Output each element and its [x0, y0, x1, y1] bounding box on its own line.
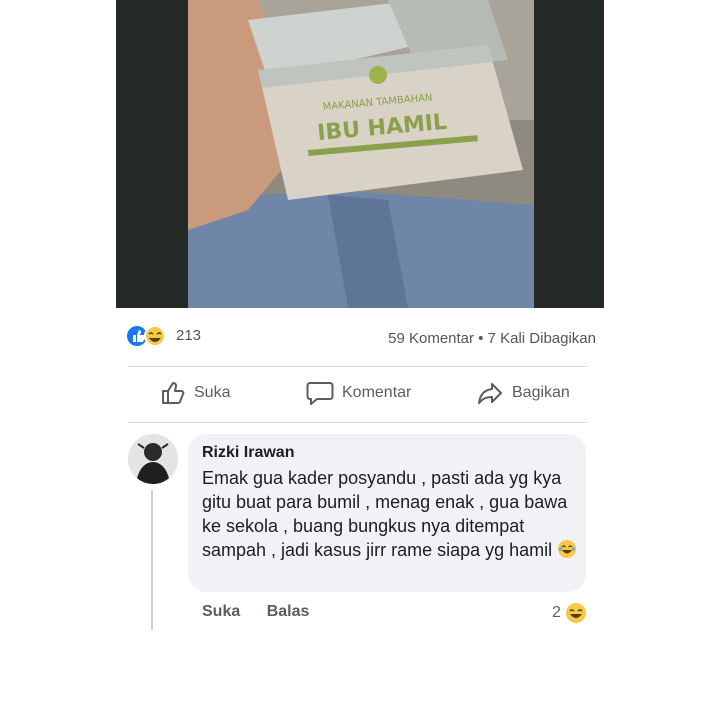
comment-body: Emak gua kader posyandu , pasti ada yg k…: [202, 468, 568, 560]
post-photo[interactable]: MAKANAN TAMBAHAN IBU HAMIL: [116, 0, 604, 308]
reaction-icons: [127, 325, 166, 347]
comment-reactions[interactable]: 2: [552, 602, 587, 624]
avatar-image: [128, 434, 178, 484]
post-stats[interactable]: 59 Komentar • 7 Kali Dibagikan: [388, 330, 596, 347]
laughing-emoji-icon: [558, 540, 577, 558]
thread-line: [151, 490, 153, 630]
thumbs-up-icon: [162, 382, 185, 404]
divider-top: [128, 366, 588, 367]
comment-button[interactable]: Komentar: [306, 378, 411, 408]
facebook-post: MAKANAN TAMBAHAN IBU HAMIL 213 59 Koment…: [116, 0, 604, 632]
comment-author[interactable]: Rizki Irawan: [202, 444, 294, 462]
comment-icon: [306, 382, 334, 405]
comment-reply-button[interactable]: Balas: [267, 603, 310, 620]
reaction-count: 213: [176, 327, 202, 344]
comment-label: Komentar: [342, 384, 412, 401]
comment-like-button[interactable]: Suka: [202, 603, 240, 620]
divider-bottom: [128, 422, 588, 423]
comment-actions: Suka Balas: [202, 603, 331, 621]
post-actions: Suka Komentar Bagikan: [116, 368, 604, 416]
comment-bubble: Rizki Irawan Emak gua kader posyandu , p…: [188, 434, 586, 592]
like-label: Suka: [194, 384, 231, 401]
share-label: Bagikan: [512, 384, 570, 401]
avatar[interactable]: [128, 434, 178, 484]
comment-text: Emak gua kader posyandu , pasti ada yg k…: [202, 466, 578, 562]
reactions-summary[interactable]: 213 59 Komentar • 7 Kali Dibagikan: [126, 322, 596, 352]
share-icon: [478, 383, 502, 404]
photo-illustration: MAKANAN TAMBAHAN IBU HAMIL: [188, 0, 534, 308]
like-button[interactable]: Suka: [160, 378, 230, 408]
haha-reaction-icon: [565, 603, 586, 623]
comment-reaction-count: 2: [552, 604, 561, 621]
share-button[interactable]: Bagikan: [476, 378, 570, 408]
